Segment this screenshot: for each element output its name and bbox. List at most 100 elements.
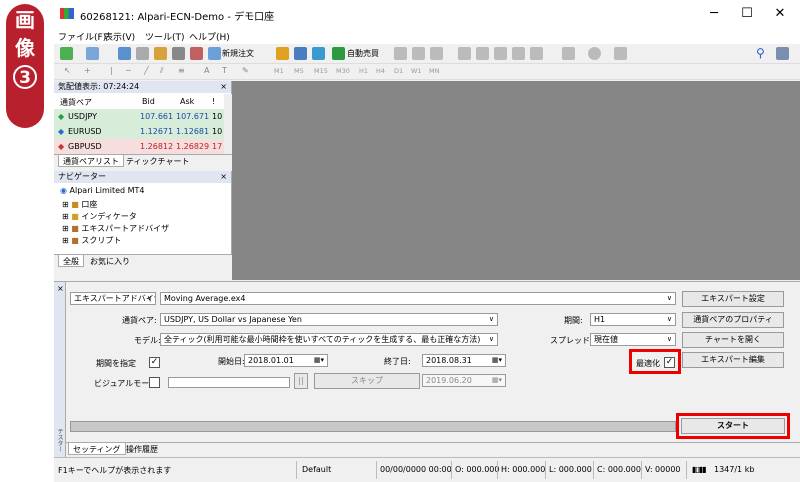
table-row[interactable]: ◆ EURUSD 1.12671 1.12681 10	[54, 124, 224, 139]
tf-w1[interactable]: W1	[411, 67, 422, 75]
tab-symbols[interactable]: 通貨ペアリスト	[58, 155, 124, 167]
period-select[interactable]: H1 ∨	[590, 313, 676, 326]
crosshair-icon[interactable]: +	[84, 66, 91, 75]
nav-experts[interactable]: ⊞ ■ エキスパートアドバイザ	[62, 223, 169, 234]
market-icon[interactable]	[312, 47, 325, 60]
menu-file[interactable]: ファイル(F)	[58, 30, 106, 43]
auto-trade-icon[interactable]	[332, 47, 345, 60]
optimization-checkbox[interactable]: ✓	[664, 357, 675, 368]
modify-ea-button[interactable]: エキスパート編集	[682, 352, 784, 368]
open-chart-button[interactable]: チャートを開く	[682, 332, 784, 348]
chevron-down-icon: ∨	[666, 335, 672, 343]
profiles-icon[interactable]	[86, 47, 99, 60]
search-icon[interactable]: ⚲	[756, 46, 765, 60]
navigator-close-icon[interactable]: ×	[220, 171, 227, 183]
status-profile[interactable]: Default	[302, 465, 331, 474]
pause-button[interactable]: ||	[294, 373, 308, 389]
terminal-icon[interactable]	[172, 47, 185, 60]
autoscroll-icon[interactable]	[512, 47, 525, 60]
navigator-root[interactable]: ◉ Alpari Limited MT4	[60, 186, 145, 195]
tester-icon[interactable]	[190, 47, 203, 60]
indicators-icon[interactable]	[562, 47, 575, 60]
shapes-icon[interactable]: ✎	[242, 66, 249, 75]
menu-tools[interactable]: ツール(T)	[145, 30, 185, 43]
horizontal-line-icon[interactable]: ─	[126, 66, 131, 75]
ea-properties-button[interactable]: エキスパート設定	[682, 291, 784, 307]
fibonacci-icon[interactable]: ≡	[178, 66, 185, 75]
tf-h4[interactable]: H4	[376, 67, 385, 75]
metaeditor-icon[interactable]	[276, 47, 289, 60]
chart-shift-icon[interactable]	[530, 47, 543, 60]
tf-m1[interactable]: M1	[274, 67, 284, 75]
tester-type-select[interactable]: エキスパートアドバイザ ∨	[70, 292, 156, 305]
nav-indicators[interactable]: ⊞ ■ インディケータ	[62, 211, 137, 222]
use-date-checkbox[interactable]: ✓	[149, 357, 160, 368]
tf-h1[interactable]: H1	[359, 67, 368, 75]
tf-d1[interactable]: D1	[394, 67, 403, 75]
model-select[interactable]: 全ティック(利用可能な最小時間枠を使いすべてのティックを生成する、最も正確な方法…	[160, 333, 498, 346]
maximize-button[interactable]: ☐	[737, 6, 757, 21]
col-bid[interactable]: Bid	[142, 97, 155, 106]
trendline-icon[interactable]: ╱	[144, 66, 149, 75]
tab-favorites[interactable]: お気に入り	[86, 255, 134, 267]
menu-view[interactable]: 表示(V)	[104, 30, 135, 43]
data-window-icon[interactable]	[136, 47, 149, 60]
to-date-picker[interactable]: 2018.08.31 ▦▾	[422, 354, 506, 367]
visual-speed-slider[interactable]	[168, 377, 290, 388]
col-ask[interactable]: Ask	[180, 97, 194, 106]
channel-icon[interactable]: ⫽	[160, 66, 164, 76]
zoom-in-icon[interactable]	[458, 47, 471, 60]
tab-journal[interactable]: 操作履歴	[122, 443, 162, 455]
market-watch-scrollbar[interactable]	[224, 94, 232, 154]
from-date-picker[interactable]: 2018.01.01 ▦▾	[244, 354, 328, 367]
visual-mode-checkbox[interactable]	[149, 377, 160, 388]
tab-common[interactable]: 全般	[58, 255, 84, 267]
tile-icon[interactable]	[494, 47, 507, 60]
tf-m30[interactable]: M30	[336, 67, 350, 75]
col-spread[interactable]: !	[212, 97, 215, 106]
menu-help[interactable]: ヘルプ(H)	[189, 30, 230, 43]
table-row[interactable]: ◆ USDJPY 107.661 107.671 10	[54, 109, 224, 124]
tf-mn[interactable]: MN	[429, 67, 439, 75]
templates-icon[interactable]	[614, 47, 627, 60]
minimize-button[interactable]: ─	[704, 6, 724, 21]
new-order-icon[interactable]	[208, 47, 221, 60]
market-watch-close-icon[interactable]: ×	[220, 81, 227, 93]
step-badge: 画 像 3	[6, 4, 44, 128]
candle-chart-icon[interactable]	[412, 47, 425, 60]
new-order-button[interactable]: 新規注文	[222, 48, 254, 59]
cursor-icon[interactable]: ↖	[64, 66, 71, 75]
nav-scripts[interactable]: ⊞ ■ スクリプト	[62, 235, 121, 246]
tf-m15[interactable]: M15	[314, 67, 328, 75]
zoom-out-icon[interactable]	[476, 47, 489, 60]
text-icon[interactable]: A	[204, 66, 209, 75]
symbol-select[interactable]: USDJPY, US Dollar vs Japanese Yen ∨	[160, 313, 498, 326]
col-symbol[interactable]: 通貨ペア	[60, 97, 92, 108]
bar-chart-icon[interactable]	[394, 47, 407, 60]
tester-close-icon[interactable]: ×	[57, 284, 64, 293]
tab-tick-chart[interactable]: ティックチャート	[122, 155, 193, 167]
symbol-properties-button[interactable]: 通貨ペアのプロパティ	[682, 312, 784, 328]
signals-icon[interactable]	[294, 47, 307, 60]
new-chart-icon[interactable]	[60, 47, 73, 60]
close-button[interactable]: ✕	[770, 6, 790, 21]
chart-area[interactable]	[232, 81, 800, 280]
skip-date-picker[interactable]: 2019.06.20 ▦▾	[422, 374, 506, 387]
market-watch-icon[interactable]	[118, 47, 131, 60]
navigator-icon[interactable]	[154, 47, 167, 60]
skip-button[interactable]: スキップ	[314, 373, 420, 389]
ea-select[interactable]: Moving Average.ex4 ∨	[160, 292, 676, 305]
community-icon[interactable]	[776, 47, 789, 60]
line-chart-icon[interactable]	[430, 47, 443, 60]
auto-trade-button[interactable]: 自動売買	[347, 48, 379, 59]
nav-accounts[interactable]: ⊞ ■ 口座	[62, 199, 97, 210]
table-row[interactable]: ◆ GBPUSD 1.26812 1.26829 17	[54, 139, 224, 154]
label-icon[interactable]: T	[222, 66, 227, 75]
start-button[interactable]: スタート	[681, 418, 785, 434]
status-traffic: 1347/1 kb	[714, 465, 755, 474]
period-icon[interactable]	[588, 47, 601, 60]
tf-m5[interactable]: M5	[294, 67, 304, 75]
vertical-line-icon[interactable]: |	[110, 66, 113, 75]
spread-select[interactable]: 現在値 ∨	[590, 333, 676, 346]
tab-settings[interactable]: セッティング	[68, 443, 126, 455]
